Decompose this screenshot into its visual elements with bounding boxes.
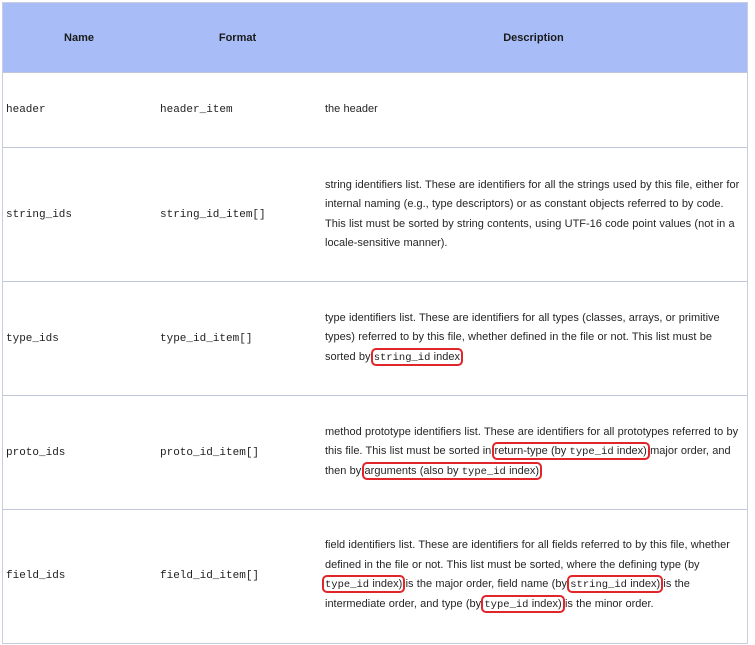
file-layout-table: Name Format Description header header_it… — [3, 3, 747, 642]
row-description: type identifiers list. These are identif… — [320, 281, 747, 396]
description-text: is the minor order. — [561, 598, 654, 611]
highlight-text: arguments (also by — [364, 465, 462, 478]
highlight-text: index) — [613, 444, 647, 457]
code-string-id: string_id — [373, 351, 431, 364]
row-name: type_ids — [3, 281, 155, 396]
highlight-type-id-index: type_id index) — [321, 575, 406, 593]
table-row: proto_ids proto_id_item[] method prototy… — [3, 395, 747, 510]
code-type-id: type_id — [325, 579, 370, 591]
format-table-panel: Name Format Description header header_it… — [2, 2, 748, 644]
column-header-description: Description — [320, 3, 747, 73]
code-type-id: type_id — [484, 599, 529, 612]
highlight-string-id-index: string_id index — [370, 347, 463, 366]
row-description: method prototype identifiers list. These… — [320, 395, 747, 510]
description-text: . — [459, 350, 464, 363]
description-text: field identifiers list. These are identi… — [325, 539, 730, 571]
column-header-name: Name — [3, 3, 155, 73]
description-text: the header — [325, 103, 378, 116]
code-type-id: type_id — [569, 445, 614, 458]
column-header-format: Format — [155, 3, 320, 73]
code-type-id: type_id — [461, 466, 506, 479]
highlight-string-id-index: string_id index) — [567, 575, 664, 593]
table-row: type_ids type_id_item[] type identifiers… — [3, 281, 747, 396]
row-format: string_id_item[] — [155, 147, 320, 282]
row-format: type_id_item[] — [155, 281, 320, 396]
highlight-text: index — [430, 350, 460, 363]
row-format: proto_id_item[] — [155, 395, 320, 510]
table-header-row: Name Format Description — [3, 3, 747, 73]
description-text: . — [539, 465, 543, 478]
row-name: field_ids — [3, 509, 155, 642]
row-format: field_id_item[] — [155, 509, 320, 642]
code-string-id: string_id — [570, 579, 627, 591]
row-name: header — [3, 72, 155, 148]
table-row: header header_item the header — [3, 72, 747, 148]
row-description: field identifiers list. These are identi… — [320, 509, 747, 642]
table-row: string_ids string_id_item[] string ident… — [3, 147, 747, 282]
row-format: header_item — [155, 72, 320, 148]
description-text: string identifiers list. These are ident… — [325, 178, 740, 249]
row-name: proto_ids — [3, 395, 155, 510]
row-name: string_ids — [3, 147, 155, 282]
row-description: string identifiers list. These are ident… — [320, 147, 747, 282]
highlight-text: index) — [626, 578, 661, 590]
highlight-text: return-type (by — [494, 444, 570, 457]
row-description: the header — [320, 72, 747, 148]
highlight-text: index) — [369, 578, 403, 590]
highlight-return-type: return-type (by type_id index) — [491, 441, 650, 460]
highlight-text: index) — [505, 465, 540, 478]
table-row: field_ids field_id_item[] field identifi… — [3, 509, 747, 642]
highlight-arguments: arguments (also by type_id index) — [361, 462, 543, 481]
highlight-type-id-index: type_id index) — [481, 595, 565, 614]
description-text: is the major order, field name (by — [402, 578, 571, 590]
highlight-text: index) — [528, 598, 562, 611]
